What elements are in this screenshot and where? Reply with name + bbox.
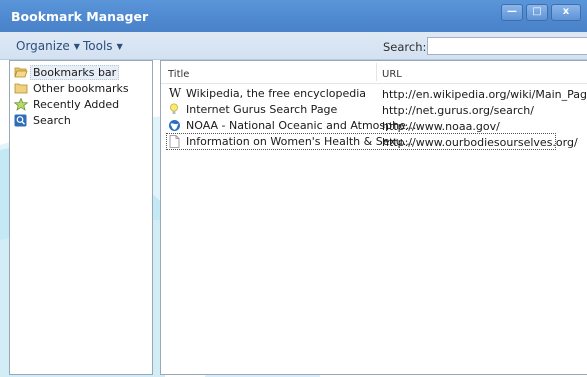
lightbulb-icon	[168, 103, 182, 116]
row-title: Information on Women's Health & Sexu...	[168, 135, 413, 148]
window-title: Bookmark Manager	[11, 9, 149, 24]
tree-item-label: Bookmarks bar	[30, 64, 120, 80]
row-url: http://net.gurus.org/search/	[382, 104, 534, 117]
close-icon: x	[562, 6, 570, 17]
chevron-down-icon: ▼	[73, 42, 80, 51]
minimize-button[interactable]: —	[501, 4, 523, 21]
wikipedia-icon: W	[168, 86, 182, 100]
tools-menu[interactable]: Tools ▼	[83, 39, 123, 53]
table-row[interactable]: W Wikipedia, the free encyclopedia http:…	[161, 86, 587, 102]
bookmark-tree[interactable]: Bookmarks bar Other bookmarks Recently A…	[9, 60, 153, 375]
table-row[interactable]: Information on Women's Health & Sexu... …	[161, 133, 587, 150]
search-icon	[14, 114, 28, 127]
organize-menu[interactable]: Organize ▼	[16, 39, 80, 53]
tree-item-recently-added[interactable]: Recently Added	[13, 97, 120, 111]
table-row[interactable]: Internet Gurus Search Page http://net.gu…	[161, 102, 587, 118]
search-input[interactable]	[427, 37, 587, 55]
folder-open-icon	[14, 66, 28, 79]
column-header-url[interactable]: URL	[382, 69, 402, 80]
row-url: http://www.noaa.gov/	[382, 120, 500, 133]
tree-item-other-bookmarks[interactable]: Other bookmarks	[14, 81, 129, 95]
folder-icon	[14, 82, 28, 95]
row-title-text: Internet Gurus Search Page	[186, 103, 338, 116]
maximize-icon: □	[532, 6, 542, 17]
tree-item-bookmarks-bar[interactable]: Bookmarks bar	[14, 64, 120, 80]
tree-item-search[interactable]: Search	[14, 113, 71, 127]
star-icon	[13, 97, 29, 111]
title-bar[interactable]: Bookmark Manager — □ x	[0, 0, 587, 32]
list-header: Title URL	[161, 61, 587, 84]
tree-item-label: Search	[33, 113, 71, 127]
maximize-button[interactable]: □	[526, 4, 548, 21]
row-title-text: Wikipedia, the free encyclopedia	[186, 87, 367, 100]
column-divider[interactable]	[376, 63, 377, 81]
column-header-title[interactable]: Title	[168, 69, 189, 80]
table-row[interactable]: NOAA - National Oceanic and Atmosphe... …	[161, 118, 587, 134]
tree-item-label: Other bookmarks	[33, 81, 129, 95]
row-title: W Wikipedia, the free encyclopedia	[168, 86, 367, 101]
bookmark-list[interactable]: Title URL W Wikipedia, the free encyclop…	[160, 60, 587, 375]
close-button[interactable]: x	[551, 4, 581, 21]
row-title: Internet Gurus Search Page	[168, 103, 337, 116]
tree-item-label: Recently Added	[33, 97, 120, 111]
tools-menu-label: Tools	[83, 39, 113, 53]
row-url: http://www.ourbodiesourselves.org/	[382, 136, 578, 149]
window-controls: — □ x	[501, 4, 581, 21]
noaa-icon	[168, 119, 182, 132]
organize-menu-label: Organize	[16, 39, 70, 53]
chevron-down-icon: ▼	[116, 42, 123, 51]
search-label: Search:	[383, 40, 427, 54]
minimize-icon: —	[507, 6, 517, 17]
row-title: NOAA - National Oceanic and Atmosphe...	[168, 119, 416, 132]
row-url: http://en.wikipedia.org/wiki/Main_Page	[382, 88, 587, 101]
page-icon	[168, 135, 182, 148]
row-title-text: Information on Women's Health & Sexu...	[186, 135, 414, 148]
toolbar: Organize ▼ Tools ▼ Search:	[0, 32, 587, 60]
